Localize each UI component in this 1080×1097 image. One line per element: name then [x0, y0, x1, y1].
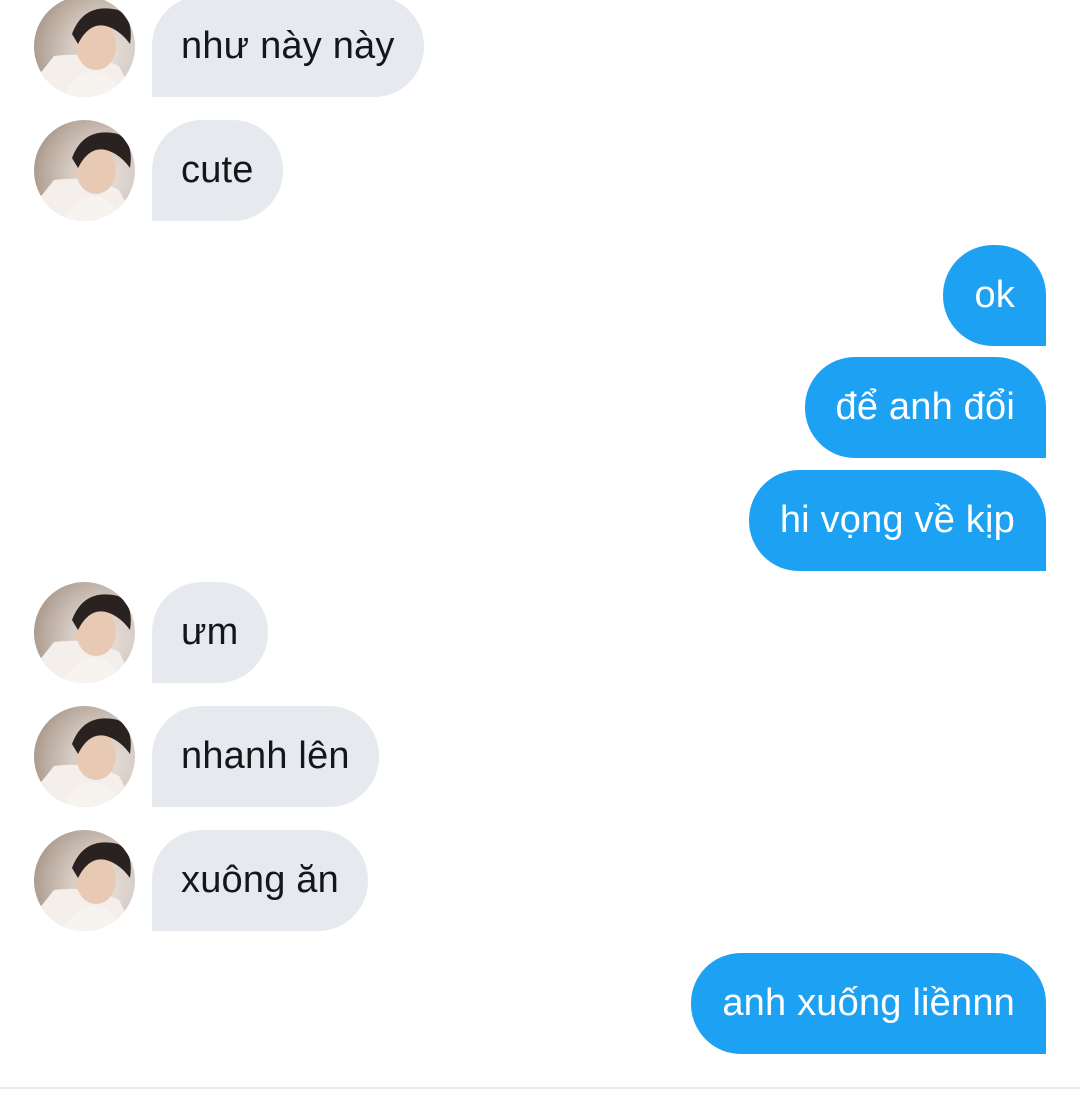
contact-avatar[interactable]: [34, 830, 135, 931]
message-bubble-outgoing[interactable]: anh xuống liềnnn: [691, 953, 1046, 1054]
message-row-outgoing: ok: [0, 245, 1080, 346]
message-row-outgoing: hi vọng về kịp: [0, 470, 1080, 571]
composer-divider: [0, 1087, 1080, 1089]
message-row-incoming: xuông ăn: [0, 830, 1080, 931]
message-row-incoming: cute: [0, 120, 1080, 221]
message-bubble-incoming[interactable]: cute: [152, 120, 283, 221]
contact-avatar[interactable]: [34, 120, 135, 221]
message-thread: như này này cute ok để anh đổi hi vọng v…: [0, 0, 1080, 1097]
message-bubble-outgoing[interactable]: hi vọng về kịp: [748, 470, 1046, 571]
message-row-incoming: nhanh lên: [0, 706, 1080, 807]
message-bubble-outgoing[interactable]: ok: [943, 245, 1046, 346]
message-row-outgoing: để anh đổi: [0, 357, 1080, 458]
message-row-incoming: ưm: [0, 582, 1080, 683]
contact-avatar[interactable]: [34, 706, 135, 807]
message-bubble-outgoing[interactable]: để anh đổi: [804, 357, 1046, 458]
message-bubble-incoming[interactable]: nhanh lên: [152, 706, 379, 807]
message-row-incoming: như này này: [0, 0, 1080, 97]
message-bubble-incoming[interactable]: như này này: [152, 0, 424, 97]
contact-avatar[interactable]: [34, 582, 135, 683]
message-row-outgoing: anh xuống liềnnn: [0, 953, 1080, 1054]
message-bubble-incoming[interactable]: xuông ăn: [152, 830, 368, 931]
contact-avatar[interactable]: [34, 0, 135, 97]
message-bubble-incoming[interactable]: ưm: [152, 582, 268, 683]
